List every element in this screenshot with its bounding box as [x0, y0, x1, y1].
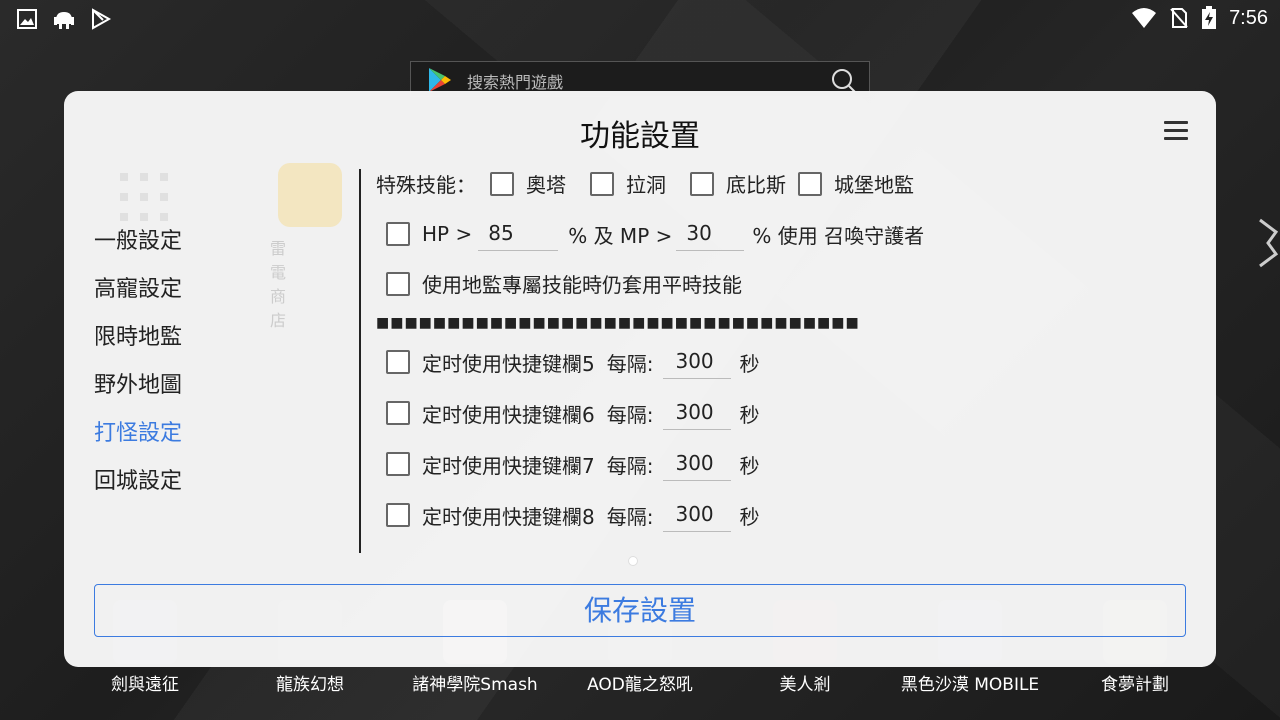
- mp-threshold-input[interactable]: 30: [676, 217, 745, 251]
- sidebar-item-timed-dungeon[interactable]: 限時地監: [94, 322, 294, 370]
- hp-threshold-input[interactable]: 85: [478, 217, 559, 251]
- timed-skill-checkbox[interactable]: [386, 452, 410, 476]
- apps-grid-icon: [116, 169, 172, 225]
- skill-thebes-label: 底比斯: [726, 173, 786, 197]
- settings-sidebar: 一般設定 高寵設定 限時地監 野外地圖 打怪設定 回城設定: [94, 226, 294, 514]
- android-icon: [52, 8, 76, 30]
- no-sim-icon: [1169, 7, 1189, 29]
- sidebar-item-general[interactable]: 一般設定: [94, 226, 294, 274]
- skill-ota-checkbox[interactable]: [490, 171, 514, 196]
- mp-prefix-label: % 及 MP >: [568, 223, 673, 248]
- timed-skill-row: 定时使用快捷键欄7 每隔: 300 秒: [386, 447, 759, 481]
- skill-castle-dungeon-label: 城堡地監: [834, 173, 914, 197]
- interval-label: 每隔:: [606, 402, 654, 427]
- timed-skill-label: 定时使用快捷键欄7: [422, 453, 595, 478]
- seconds-unit: 秒: [739, 351, 760, 376]
- page-indicator-dot: [628, 556, 638, 566]
- dungeon-skill-label: 使用地監專屬技能時仍套用平時技能: [422, 273, 742, 297]
- section-separator: ■■■■■■■■■■■■■■■■■■■■■■■■■■■■■■■■■■: [376, 315, 860, 331]
- interval-input[interactable]: 300: [663, 447, 732, 481]
- play-store-icon: [90, 8, 112, 30]
- timed-skill-row: 定时使用快捷键欄5 每隔: 300 秒: [386, 345, 759, 379]
- special-skills-row: 特殊技能： 奧塔 拉洞 底比斯 城堡地監: [376, 169, 914, 198]
- sidebar-item-pet[interactable]: 高寵設定: [94, 274, 294, 322]
- save-settings-button[interactable]: 保存設置: [94, 584, 1186, 637]
- timed-skill-label: 定时使用快捷键欄6: [422, 402, 595, 427]
- image-icon: [16, 8, 38, 30]
- interval-label: 每隔:: [606, 453, 654, 478]
- tool-icon: [1256, 216, 1280, 274]
- skill-castle-dungeon-checkbox[interactable]: [798, 171, 822, 196]
- gamepad-icon: [278, 163, 342, 227]
- sidebar-divider: [359, 169, 361, 553]
- timed-skill-row: 定时使用快捷键欄6 每隔: 300 秒: [386, 396, 759, 430]
- menu-icon[interactable]: [1164, 121, 1188, 141]
- timed-skill-label: 定时使用快捷键欄8: [422, 504, 595, 529]
- interval-input[interactable]: 300: [663, 345, 732, 379]
- search-placeholder: 搜索熱門遊戲: [467, 73, 564, 92]
- settings-dialog: 雷電商店 功能設置 一般設定 高寵設定 限時地監 野外地圖 打怪設定 回城設定 …: [64, 91, 1216, 667]
- skill-ladong-checkbox[interactable]: [590, 171, 614, 196]
- interval-label: 每隔:: [606, 351, 654, 376]
- dialog-title: 功能設置: [580, 119, 700, 154]
- hp-mp-row: HP > 85 % 及 MP > 30 % 使用 召喚守護者: [386, 217, 924, 251]
- skill-thebes-checkbox[interactable]: [690, 171, 714, 196]
- timed-skill-row: 定时使用快捷键欄8 每隔: 300 秒: [386, 498, 759, 532]
- interval-input[interactable]: 300: [663, 396, 732, 430]
- timed-skill-label: 定时使用快捷键欄5: [422, 351, 595, 376]
- summon-guardian-label: % 使用 召喚守護者: [752, 223, 925, 248]
- sidebar-item-return-town[interactable]: 回城設定: [94, 466, 294, 514]
- combat-settings-panel: 特殊技能： 奧塔 拉洞 底比斯 城堡地監 HP > 85 % 及 MP > 30…: [376, 169, 1196, 569]
- status-bar: 7:56: [0, 0, 1280, 38]
- interval-label: 每隔:: [606, 504, 654, 529]
- skill-ota-label: 奧塔: [526, 173, 566, 197]
- sidebar-item-field-map[interactable]: 野外地圖: [94, 370, 294, 418]
- battery-charging-icon: [1201, 6, 1217, 30]
- wifi-icon: [1131, 7, 1157, 29]
- clock: 7:56: [1229, 6, 1268, 29]
- timed-skill-checkbox[interactable]: [386, 503, 410, 527]
- skill-ladong-label: 拉洞: [626, 173, 666, 197]
- timed-skill-checkbox[interactable]: [386, 350, 410, 374]
- seconds-unit: 秒: [739, 453, 760, 478]
- hp-mp-checkbox[interactable]: [386, 222, 410, 246]
- special-skills-label: 特殊技能：: [376, 173, 476, 197]
- dungeon-skill-row: 使用地監專屬技能時仍套用平時技能: [386, 269, 742, 298]
- interval-input[interactable]: 300: [663, 498, 732, 532]
- timed-skill-checkbox[interactable]: [386, 401, 410, 425]
- hp-prefix-label: HP >: [422, 222, 473, 246]
- seconds-unit: 秒: [739, 504, 760, 529]
- seconds-unit: 秒: [739, 402, 760, 427]
- dungeon-skill-checkbox[interactable]: [386, 271, 410, 296]
- sidebar-item-combat[interactable]: 打怪設定: [94, 418, 294, 466]
